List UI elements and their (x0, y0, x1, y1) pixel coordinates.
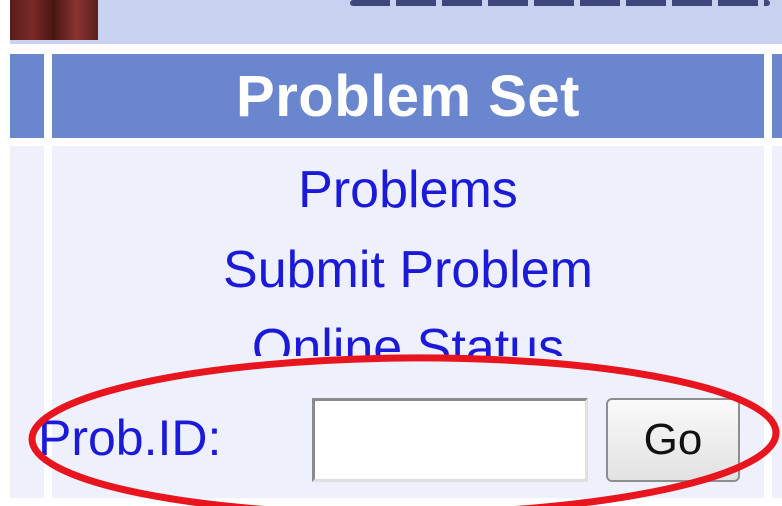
prob-id-input[interactable] (312, 398, 588, 482)
right-column-body (772, 146, 782, 498)
left-column-header (10, 54, 44, 138)
online-status-link[interactable]: Online Status (52, 318, 764, 356)
go-button[interactable]: Go (606, 398, 740, 482)
right-column-header (772, 54, 782, 138)
problems-link[interactable]: Problems (52, 160, 764, 220)
submit-problem-link[interactable]: Submit Problem (52, 240, 764, 300)
banner-logo (350, 0, 770, 10)
panel-title: Problem Set (52, 54, 764, 138)
banner-photo (10, 0, 98, 40)
prob-id-label: Prob.ID: (38, 410, 222, 466)
